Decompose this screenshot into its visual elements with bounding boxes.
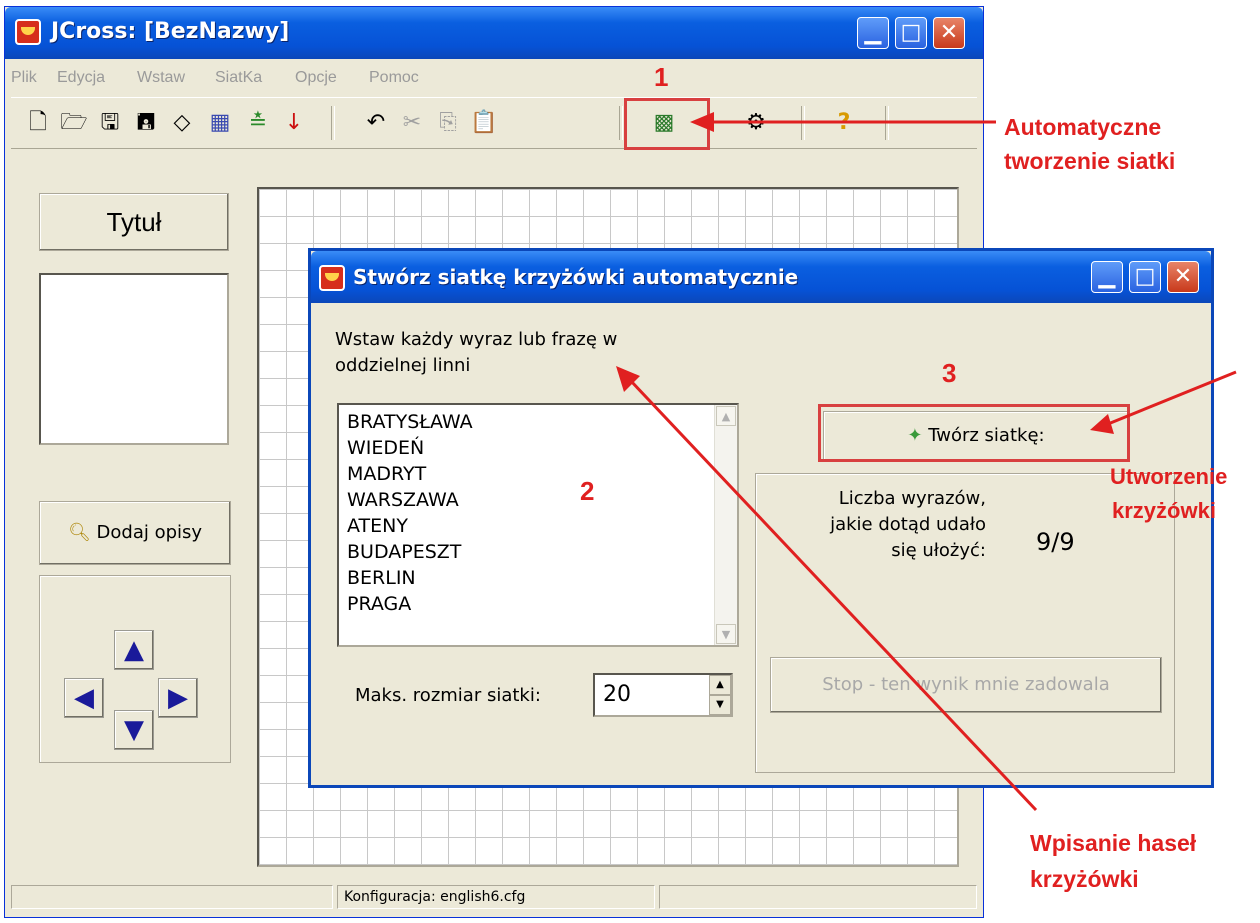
count-label-line2: jakie dotąd udało	[830, 514, 986, 535]
step1-marker: 1	[654, 62, 669, 92]
scroll-up-icon[interactable]: ▲	[716, 406, 736, 426]
arrow-down-icon[interactable]: ↓	[279, 108, 309, 138]
key-icon: 🔍︎	[67, 522, 91, 543]
save-icon[interactable]: 🖫	[95, 108, 125, 138]
arrow-up-button[interactable]: ▲	[114, 630, 154, 670]
auto-grid-dialog: Stwórz siatkę krzyżówki automatycznie ▁ …	[308, 248, 1214, 788]
auto-grid-highlight	[624, 98, 710, 150]
settings-icon[interactable]: ⚙	[741, 108, 771, 138]
arrow-right-icon: ▶	[168, 683, 188, 713]
maximize-icon: □	[1134, 264, 1156, 289]
arrow-left-icon: ◀	[74, 683, 94, 713]
toolbar-separator	[619, 106, 623, 140]
stop-button[interactable]: Stop - ten wynik mnie zadowala	[770, 657, 1162, 713]
instructions-line2: oddzielnej linni	[335, 355, 471, 376]
new-file-icon[interactable]: 🗋	[23, 108, 53, 138]
menu-bar: Plik Edycja Wstaw SiatKa Opcje Pomoc	[5, 63, 983, 93]
arrow-down-button[interactable]: ▼	[114, 710, 154, 750]
add-descriptions-button[interactable]: 🔍︎ Dodaj opisy	[39, 501, 231, 565]
count-label-line1: Liczba wyrazów,	[838, 488, 986, 509]
minimize-icon: ▁	[1098, 264, 1116, 289]
arrow-left-button[interactable]: ◀	[64, 678, 104, 718]
status-config: Konfiguracja: english6.cfg	[337, 885, 655, 909]
arrow-right-button[interactable]: ▶	[158, 678, 198, 718]
dialog-title: Stwórz siatkę krzyżówki automatycznie	[353, 265, 799, 289]
toolbar-separator	[331, 106, 335, 140]
menu-opcje[interactable]: Opcje	[295, 69, 337, 87]
dialog-maximize-button[interactable]: □	[1129, 261, 1161, 293]
words-scrollbar[interactable]: ▲ ▼	[714, 405, 737, 645]
word-line: BRATYSŁAWA	[347, 411, 473, 433]
minimize-button[interactable]: ▁	[857, 17, 889, 49]
menu-siatka[interactable]: SiatKa	[215, 69, 262, 87]
max-size-value: 20	[603, 682, 631, 707]
menu-edycja[interactable]: Edycja	[57, 69, 105, 87]
word-line: BUDAPESZT	[347, 541, 462, 563]
dialog-minimize-button[interactable]: ▁	[1091, 261, 1123, 293]
copy-icon[interactable]: ⎘	[433, 108, 463, 138]
step3-marker: 3	[942, 358, 957, 388]
word-line: BERLIN	[347, 567, 416, 589]
title-button[interactable]: Tytuł	[39, 193, 229, 251]
word-line: MADRYT	[347, 463, 427, 485]
close-icon: ✕	[939, 20, 959, 45]
auto-grid-caption-line2: tworzenie siatki	[1004, 148, 1176, 174]
minimize-icon: ▁	[864, 20, 882, 45]
title-bar[interactable]: JCross: [BezNazwy] ▁ □ ✕	[5, 7, 983, 59]
enter-words-caption-line2: krzyżówki	[1030, 866, 1139, 892]
instructions-line1: Wstaw każdy wyraz lub frazę w	[335, 329, 618, 350]
arrow-up-icon: ▲	[124, 635, 144, 665]
eraser-icon[interactable]: ◇	[167, 108, 197, 138]
max-size-input[interactable]: 20 ▲ ▼	[593, 673, 733, 717]
save-as-icon[interactable]: 🖪	[131, 108, 161, 138]
spin-up-icon[interactable]: ▲	[709, 675, 731, 695]
words-textarea[interactable]: BRATYSŁAWA WIEDEŃ MADRYT WARSZAWA ATENY …	[337, 403, 739, 647]
description-box[interactable]	[39, 273, 229, 445]
word-line: ATENY	[347, 515, 408, 537]
spin-down-icon[interactable]: ▼	[709, 695, 731, 715]
word-line: PRAGA	[347, 593, 412, 615]
status-bar: Konfiguracja: english6.cfg	[11, 881, 977, 911]
enter-words-caption-line1: Wpisanie haseł	[1030, 830, 1197, 856]
dialog-close-button[interactable]: ✕	[1167, 261, 1199, 293]
word-line: WIEDEŃ	[347, 437, 425, 459]
word-line: WARSZAWA	[347, 489, 459, 511]
menu-plik[interactable]: Plik	[11, 69, 37, 87]
open-folder-icon[interactable]: 🗁	[59, 108, 89, 138]
toolbar-separator	[885, 106, 889, 140]
spacing-icon[interactable]: ≛	[243, 108, 273, 138]
maximize-icon: □	[900, 20, 922, 45]
status-cell-1	[11, 885, 333, 909]
app-icon	[15, 19, 41, 45]
toolbar: 🗋 🗁 🖫 🖪 ◇ ▦ ≛ ↓ ↶ ✂ ⎘ 📋 ▩ ⚙ ?	[11, 97, 977, 149]
help-icon[interactable]: ?	[829, 108, 859, 138]
toolbar-separator	[801, 106, 805, 140]
dialog-app-icon	[319, 265, 345, 291]
cut-icon[interactable]: ✂	[397, 108, 427, 138]
create-crossword-caption-line1: Utworzenie	[1110, 464, 1228, 489]
scroll-down-icon[interactable]: ▼	[716, 624, 736, 644]
create-crossword-caption-line2: krzyżówki	[1112, 498, 1216, 523]
menu-wstaw[interactable]: Wstaw	[137, 69, 185, 87]
auto-grid-caption-line1: Automatyczne	[1004, 114, 1162, 140]
max-size-label: Maks. rozmiar siatki:	[355, 685, 541, 706]
arrow-down-nav-icon: ▼	[124, 715, 144, 745]
close-icon: ✕	[1173, 264, 1193, 289]
undo-icon[interactable]: ↶	[361, 108, 391, 138]
add-descriptions-label: Dodaj opisy	[96, 522, 203, 543]
count-value: 9/9	[1036, 528, 1075, 556]
count-label-line3: się ułożyć:	[891, 540, 986, 561]
close-button[interactable]: ✕	[933, 17, 965, 49]
create-button-highlight	[818, 404, 1130, 462]
navigation-panel: ▲ ◀ ▶ ▼	[39, 575, 231, 763]
dialog-title-bar[interactable]: Stwórz siatkę krzyżówki automatycznie ▁ …	[311, 251, 1211, 303]
grid-pattern-icon[interactable]: ▦	[205, 108, 235, 138]
menu-pomoc[interactable]: Pomoc	[369, 69, 419, 87]
step2-marker: 2	[580, 476, 595, 506]
paste-icon[interactable]: 📋	[469, 108, 499, 138]
status-cell-3	[659, 885, 977, 909]
maximize-button[interactable]: □	[895, 17, 927, 49]
window-title: JCross: [BezNazwy]	[51, 19, 290, 44]
